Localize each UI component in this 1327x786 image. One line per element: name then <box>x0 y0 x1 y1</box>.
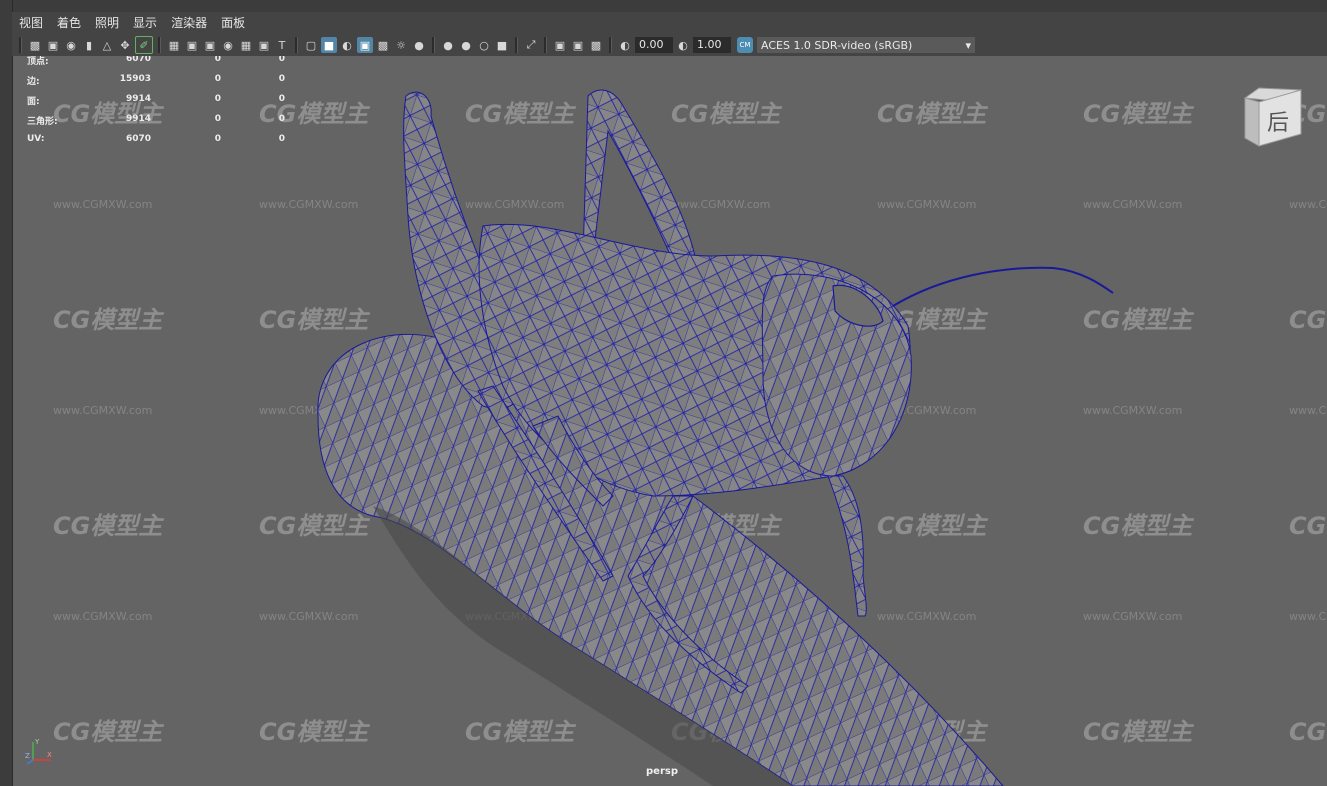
smooth-shade-icon[interactable]: ■ <box>321 37 337 53</box>
hud-row-edges: 边: 15903 0 0 <box>27 74 285 87</box>
view-transform-dropdown[interactable]: ACES 1.0 SDR-video (sRGB) ▾ <box>757 37 975 53</box>
grasshopper-wireframe-model[interactable] <box>13 56 1327 786</box>
xray-active-icon[interactable]: ▣ <box>570 37 586 53</box>
exposure-field[interactable]: 0.00 <box>635 37 673 53</box>
default-material-icon[interactable]: ◐ <box>339 37 355 53</box>
axis-gizmo: Y X Z <box>25 738 52 765</box>
gamma-icon[interactable]: ◐ <box>675 37 691 53</box>
shadows-icon[interactable]: ● <box>411 37 427 53</box>
persp-viewport[interactable]: CG模型主CG模型主CG模型主CG模型主CG模型主CG模型主CG模型主CG模型主… <box>13 56 1327 786</box>
grid-icon[interactable]: ▦ <box>166 37 182 53</box>
panel-toolbar: ▩ ▣ ◉ ▮ △ ✥ ✐ ▦ ▣ ▣ ◉ ▦ ▣ T ▢ ■ ◐ ▣ ▩ ☼ … <box>12 34 1327 56</box>
pan-zoom-icon[interactable]: ✥ <box>117 37 133 53</box>
backface-icon[interactable]: ▩ <box>588 37 604 53</box>
menu-view[interactable]: 视图 <box>12 12 50 34</box>
front-leg-3 <box>827 475 867 617</box>
hud-row-vertices: 顶点: 6070 0 0 <box>27 56 285 67</box>
chevron-down-icon: ▾ <box>965 38 971 52</box>
color-management-icon[interactable]: CM <box>737 37 753 53</box>
dof-icon[interactable]: ■ <box>494 37 510 53</box>
hud-row-triangles: 三角形: 9914 0 0 <box>27 114 285 127</box>
toolbar-separator <box>158 37 161 53</box>
motion-blur-icon[interactable]: ● <box>458 37 474 53</box>
toolbar-separator <box>609 37 612 53</box>
viewcube[interactable]: 后 <box>1239 84 1303 148</box>
menu-renderer[interactable]: 渲染器 <box>164 12 214 34</box>
anti-alias-icon[interactable]: ○ <box>476 37 492 53</box>
safe-action-icon[interactable]: ▣ <box>256 37 272 53</box>
menu-shading[interactable]: 着色 <box>50 12 88 34</box>
axis-y-label: Y <box>34 738 40 746</box>
menu-panels[interactable]: 面板 <box>214 12 252 34</box>
hud-row-faces: 面: 9914 0 0 <box>27 94 285 107</box>
axis-x-label: X <box>47 751 52 759</box>
menu-lighting[interactable]: 照明 <box>88 12 126 34</box>
viewcube-face-label: 后 <box>1267 111 1289 136</box>
camera-icon[interactable]: ▩ <box>27 37 43 53</box>
image-plane-icon[interactable]: △ <box>99 37 115 53</box>
gate-mask-icon[interactable]: ◉ <box>220 37 236 53</box>
ssao-icon[interactable]: ● <box>440 37 456 53</box>
xray-icon[interactable]: ▩ <box>375 37 391 53</box>
hud-row-uvs: UV: 6070 0 0 <box>27 134 285 144</box>
camera-name-label: persp <box>646 766 678 777</box>
field-chart-icon[interactable]: ▦ <box>238 37 254 53</box>
view-transform-value: ACES 1.0 SDR-video (sRGB) <box>761 38 913 52</box>
axis-z-label: Z <box>25 752 30 760</box>
safe-title-icon[interactable]: T <box>274 37 290 53</box>
wireframe-icon[interactable]: ▢ <box>303 37 319 53</box>
use-lights-icon[interactable]: ☼ <box>393 37 409 53</box>
antenna <box>892 266 1114 307</box>
toolbar-separator <box>544 37 547 53</box>
window-top-frame <box>0 0 1327 12</box>
film-gate-icon[interactable]: ▣ <box>184 37 200 53</box>
isolate-icon[interactable]: ⤢ <box>523 37 539 53</box>
camera-attr-icon[interactable]: ▣ <box>45 37 61 53</box>
bookmark-icon[interactable]: ▮ <box>81 37 97 53</box>
resolution-gate-icon[interactable]: ▣ <box>202 37 218 53</box>
rear-leg-upper <box>582 89 696 262</box>
xray-joints-icon[interactable]: ▣ <box>552 37 568 53</box>
toolbar-separator <box>432 37 435 53</box>
grease-pencil-icon[interactable]: ✐ <box>135 36 153 54</box>
toolbar-separator <box>515 37 518 53</box>
window-left-frame <box>0 0 13 786</box>
panel-menu-bar: 视图 着色 照明 显示 渲染器 面板 <box>12 12 1327 34</box>
camera-lock-icon[interactable]: ◉ <box>63 37 79 53</box>
gamma-field[interactable]: 1.00 <box>693 37 731 53</box>
exposure-icon[interactable]: ◐ <box>617 37 633 53</box>
wireframe-on-shaded-icon[interactable]: ▣ <box>357 37 373 53</box>
menu-show[interactable]: 显示 <box>126 12 164 34</box>
toolbar-separator <box>295 37 298 53</box>
toolbar-separator <box>19 37 22 53</box>
